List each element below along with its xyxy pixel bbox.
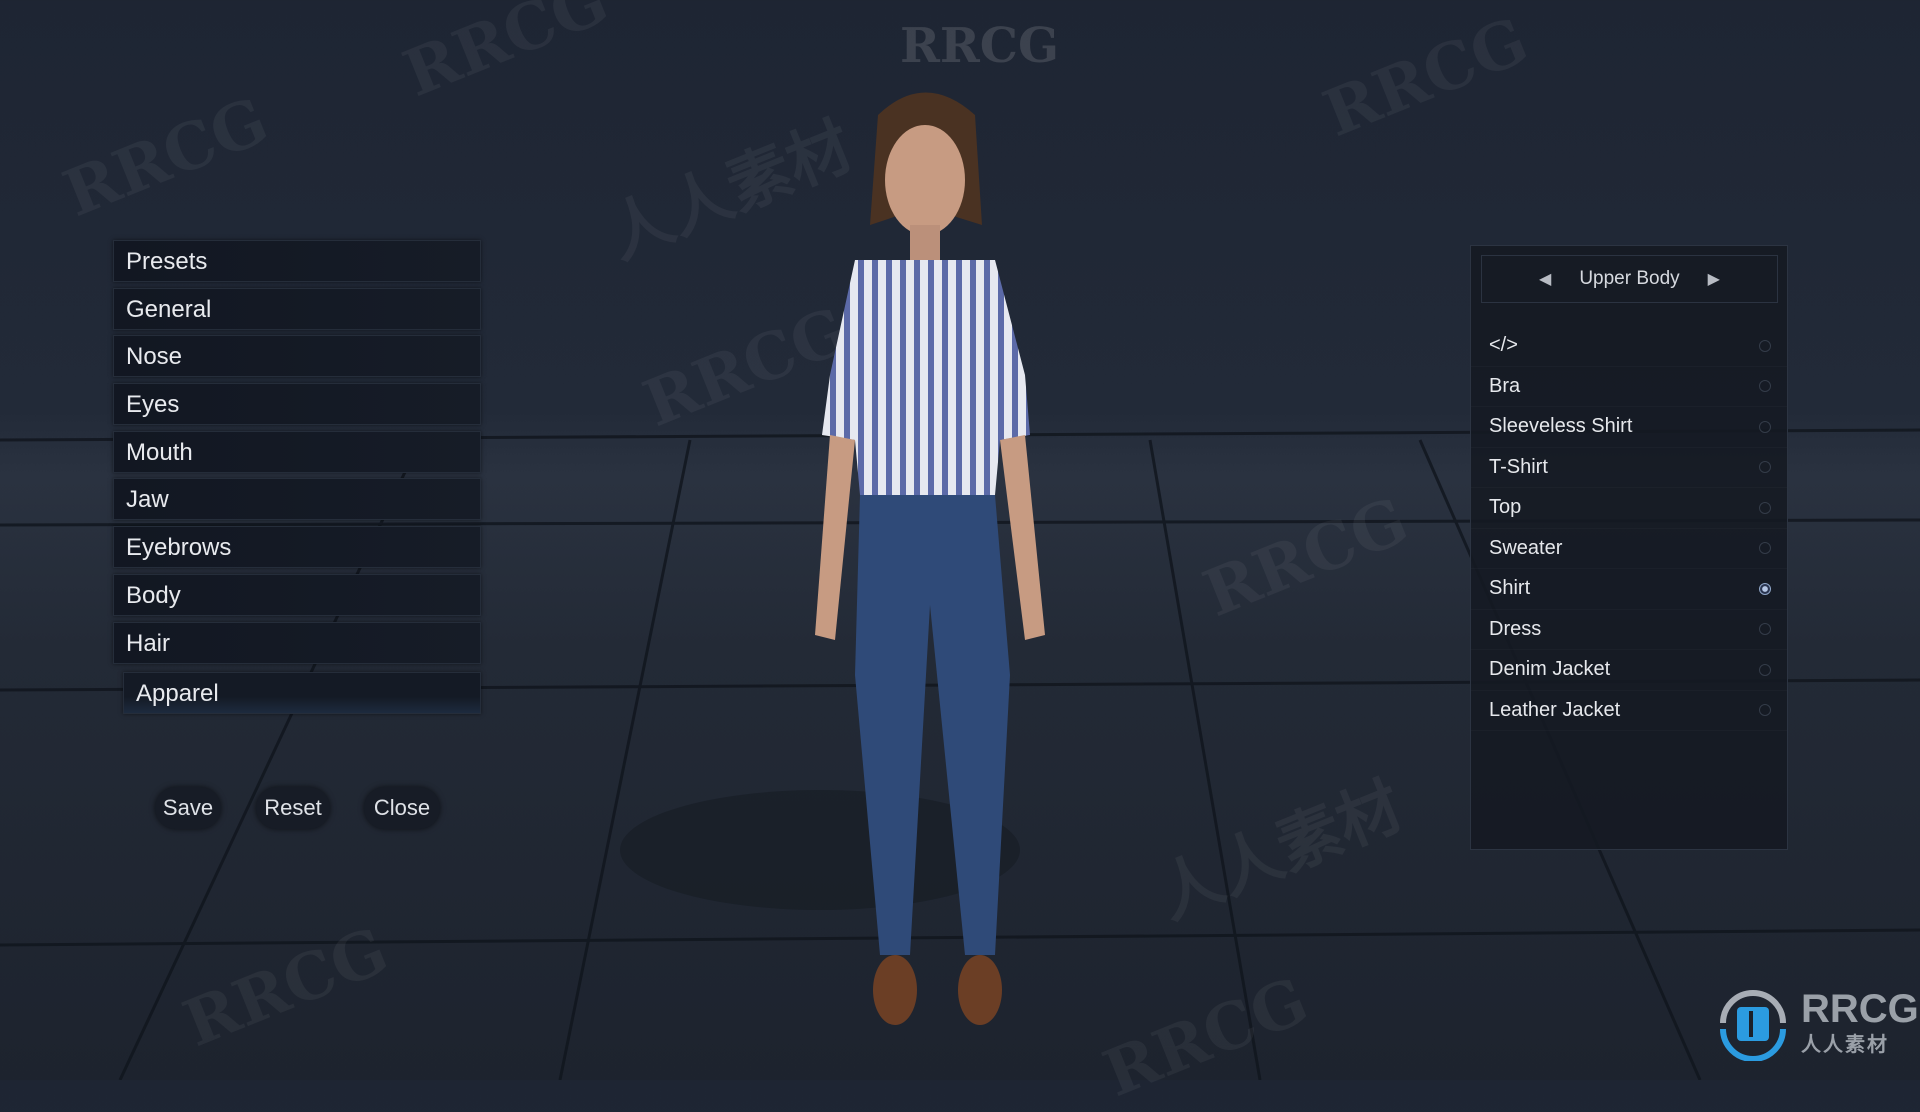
menu-item-mouth[interactable]: Mouth: [113, 430, 481, 473]
item-label: Sweater: [1489, 536, 1563, 559]
radio-button[interactable]: [1759, 420, 1771, 433]
logo-emblem-icon: [1720, 990, 1786, 1061]
item-label: </>: [1489, 334, 1518, 357]
menu-item-eyes[interactable]: Eyes: [113, 383, 481, 426]
save-button[interactable]: Save: [155, 787, 221, 829]
apparel-item-t-shirt[interactable]: T-Shirt: [1471, 448, 1787, 489]
apparel-item-denim-jacket[interactable]: Denim Jacket: [1471, 650, 1787, 691]
category-selector: ◀ Upper Body ▶: [1481, 255, 1778, 303]
menu-item-general[interactable]: General: [113, 287, 481, 330]
category-label: Upper Body: [1579, 268, 1680, 289]
apparel-item-sweater[interactable]: Sweater: [1471, 529, 1787, 570]
apparel-item-shirt[interactable]: Shirt: [1471, 569, 1787, 610]
item-label: Dress: [1489, 617, 1542, 640]
radio-button[interactable]: [1759, 704, 1771, 717]
apparel-item-top[interactable]: Top: [1471, 488, 1787, 529]
menu-item-hair[interactable]: Hair: [113, 621, 481, 664]
item-label: Top: [1489, 496, 1522, 519]
menu-item-jaw[interactable]: Jaw: [113, 478, 481, 521]
menu-item-body[interactable]: Body: [113, 573, 481, 616]
apparel-list: </> Bra Sleeveless Shirt T-Shirt Top Swe…: [1471, 326, 1787, 731]
item-label: T-Shirt: [1489, 455, 1548, 478]
menu-item-presets[interactable]: Presets: [113, 240, 481, 282]
watermark-top: RRCG: [900, 18, 1059, 74]
apparel-panel: ◀ Upper Body ▶ </> Bra Sleeveless Shirt …: [1470, 245, 1788, 850]
radio-button[interactable]: [1759, 339, 1771, 352]
apparel-item-leather-jacket[interactable]: Leather Jacket: [1471, 691, 1787, 732]
menu-item-apparel[interactable]: Apparel: [123, 671, 481, 714]
reset-button[interactable]: Reset: [256, 787, 330, 829]
triangle-right-icon[interactable]: ▶: [1708, 269, 1720, 289]
radio-button[interactable]: [1759, 380, 1771, 393]
logo-text: RRCG: [1801, 986, 1919, 1031]
radio-button[interactable]: [1759, 501, 1771, 514]
radio-button[interactable]: [1759, 461, 1771, 474]
menu-item-eyebrows[interactable]: Eyebrows: [113, 526, 481, 569]
radio-button[interactable]: [1759, 663, 1771, 676]
item-label: Sleeveless Shirt: [1489, 415, 1633, 438]
triangle-left-icon[interactable]: ◀: [1539, 269, 1551, 289]
customization-menu: Presets General Nose Eyes Mouth Jaw Eyeb…: [113, 240, 481, 719]
logo-subtext: 人人素材: [1801, 1033, 1889, 1056]
item-label: Leather Jacket: [1489, 698, 1621, 721]
apparel-item-dress[interactable]: Dress: [1471, 610, 1787, 651]
item-label: Denim Jacket: [1489, 658, 1611, 681]
radio-button[interactable]: [1759, 542, 1771, 555]
radio-button[interactable]: [1759, 623, 1771, 636]
character-model: [815, 92, 1045, 1025]
apparel-item-bra[interactable]: Bra: [1471, 367, 1787, 408]
radio-button-selected[interactable]: [1759, 582, 1771, 595]
apparel-item-sleeveless-shirt[interactable]: Sleeveless Shirt: [1471, 407, 1787, 448]
item-label: Bra: [1489, 374, 1521, 397]
close-button[interactable]: Close: [364, 787, 440, 829]
apparel-item-none[interactable]: </>: [1471, 326, 1787, 367]
rrcg-logo: RRCG 人人素材: [1715, 985, 1919, 1061]
menu-item-nose[interactable]: Nose: [113, 335, 481, 378]
item-label: Shirt: [1489, 577, 1531, 600]
